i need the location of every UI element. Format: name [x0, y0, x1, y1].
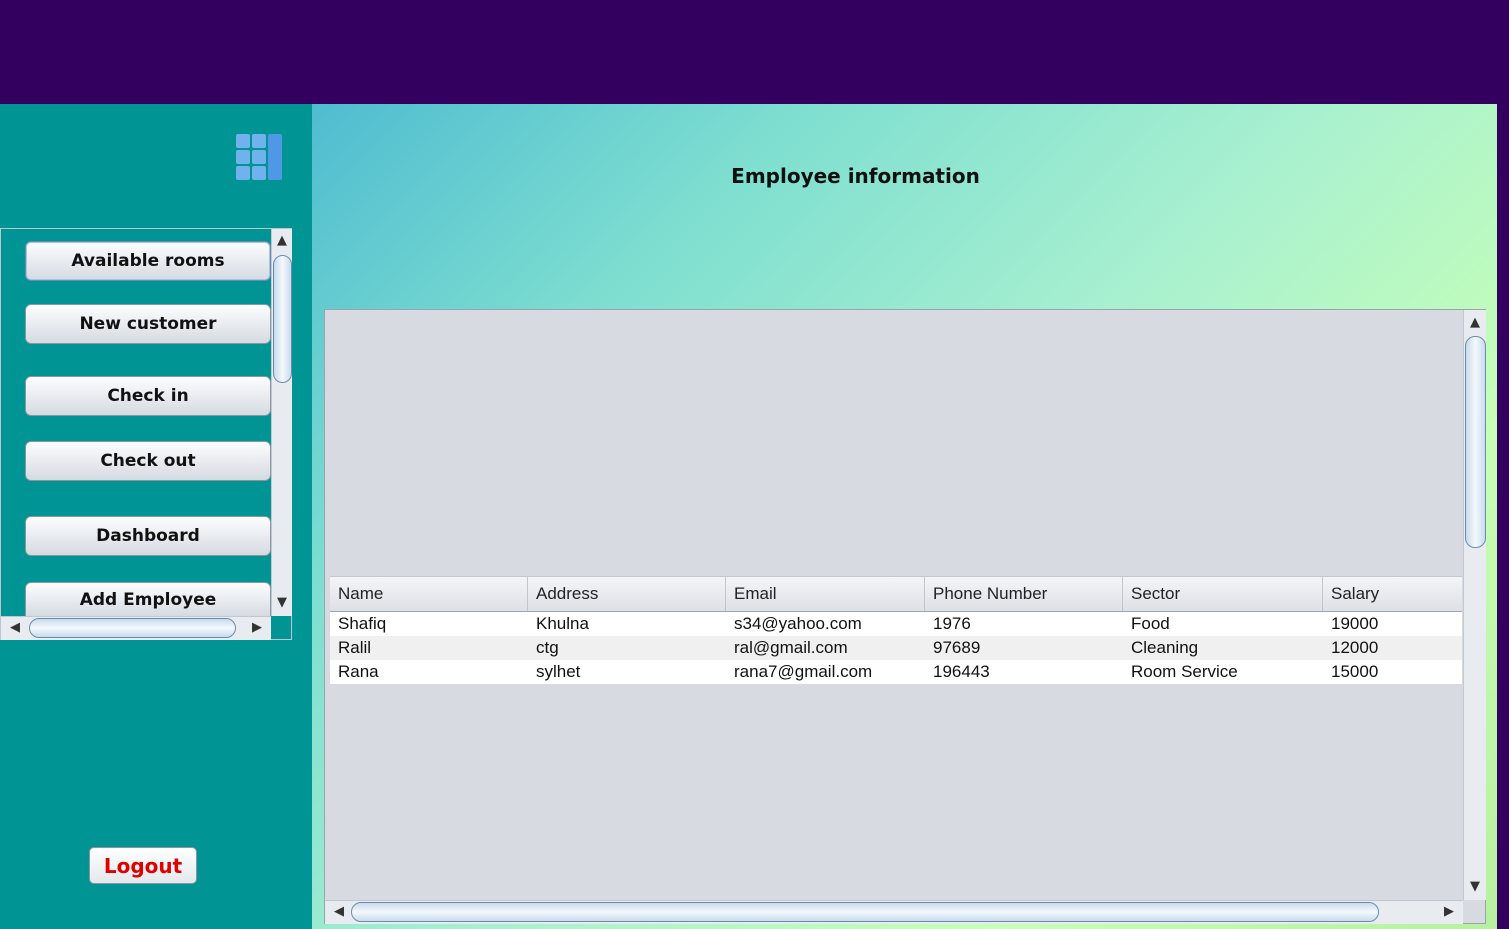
column-header-sector[interactable]: Sector — [1123, 577, 1323, 611]
table-horizontal-scrollbar[interactable]: ◀ ▶ — [325, 900, 1463, 924]
cell-sector: Cleaning — [1131, 638, 1199, 657]
cell-salary: 19000 — [1331, 614, 1379, 633]
logout-button[interactable]: Logout — [89, 847, 197, 884]
cell-salary: 12000 — [1331, 638, 1379, 657]
cell-address: ctg — [536, 638, 559, 657]
cell-email: ral@gmail.com — [734, 638, 848, 657]
cell-name: Rana — [338, 662, 379, 681]
employee-table-pane: Name Address Email Phone Number Sector S… — [324, 309, 1486, 924]
scroll-up-arrow-icon[interactable]: ▲ — [272, 232, 292, 250]
available-rooms-button[interactable]: Available rooms — [25, 241, 271, 281]
employee-table: Name Address Email Phone Number Sector S… — [330, 576, 1462, 684]
page-title: Employee information — [731, 164, 980, 188]
sidebar-scroll-pane: Available rooms New customer Check in Ch… — [0, 228, 292, 640]
cell-name: Ralil — [338, 638, 372, 657]
scrollbar-thumb[interactable] — [1465, 336, 1486, 548]
table-vertical-scrollbar[interactable]: ▲ ▼ — [1463, 310, 1486, 900]
table-header: Name Address Email Phone Number Sector S… — [330, 576, 1462, 612]
column-header-salary[interactable]: Salary — [1323, 577, 1462, 611]
scrollbar-thumb[interactable] — [273, 255, 292, 383]
top-bar — [0, 0, 1509, 104]
scroll-up-arrow-icon[interactable]: ▲ — [1465, 314, 1485, 332]
grid-menu-icon[interactable] — [236, 134, 282, 180]
scroll-left-arrow-icon[interactable]: ◀ — [5, 619, 25, 637]
scrollbar-thumb[interactable] — [351, 902, 1379, 922]
table-row[interactable]: Shafiq Khulna s34@yahoo.com 1976 Food 19… — [330, 612, 1462, 636]
cell-phone: 196443 — [933, 662, 990, 681]
add-employee-button[interactable]: Add Employee — [25, 582, 271, 616]
table-row[interactable]: Rana sylhet rana7@gmail.com 196443 Room … — [330, 660, 1462, 684]
cell-sector: Food — [1131, 614, 1170, 633]
column-header-email[interactable]: Email — [726, 577, 925, 611]
scroll-left-arrow-icon[interactable]: ◀ — [329, 903, 349, 921]
new-customer-button[interactable]: New customer — [25, 304, 271, 344]
cell-name: Shafiq — [338, 614, 387, 633]
cell-phone: 1976 — [933, 614, 971, 633]
cell-address: Khulna — [536, 614, 589, 633]
scroll-down-arrow-icon[interactable]: ▼ — [272, 594, 292, 612]
check-in-button[interactable]: Check in — [25, 376, 271, 416]
cell-salary: 15000 — [1331, 662, 1379, 681]
column-header-name[interactable]: Name — [330, 577, 528, 611]
column-header-phone[interactable]: Phone Number — [925, 577, 1123, 611]
scroll-right-arrow-icon[interactable]: ▶ — [1439, 903, 1459, 921]
table-row[interactable]: Ralil ctg ral@gmail.com 97689 Cleaning 1… — [330, 636, 1462, 660]
cell-sector: Room Service — [1131, 662, 1238, 681]
window-edge — [1497, 104, 1509, 929]
scrollbar-thumb[interactable] — [29, 618, 236, 638]
cell-email: rana7@gmail.com — [734, 662, 873, 681]
sidebar-horizontal-scrollbar[interactable]: ◀ ▶ — [1, 616, 271, 640]
check-out-button[interactable]: Check out — [25, 441, 271, 481]
cell-phone: 97689 — [933, 638, 981, 657]
column-header-address[interactable]: Address — [528, 577, 726, 611]
cell-email: s34@yahoo.com — [734, 614, 862, 633]
dashboard-button[interactable]: Dashboard — [25, 516, 271, 556]
cell-address: sylhet — [536, 662, 581, 681]
scroll-right-arrow-icon[interactable]: ▶ — [247, 619, 267, 637]
scroll-down-arrow-icon[interactable]: ▼ — [1465, 878, 1485, 896]
sidebar-vertical-scrollbar[interactable]: ▲ ▼ — [271, 229, 292, 616]
